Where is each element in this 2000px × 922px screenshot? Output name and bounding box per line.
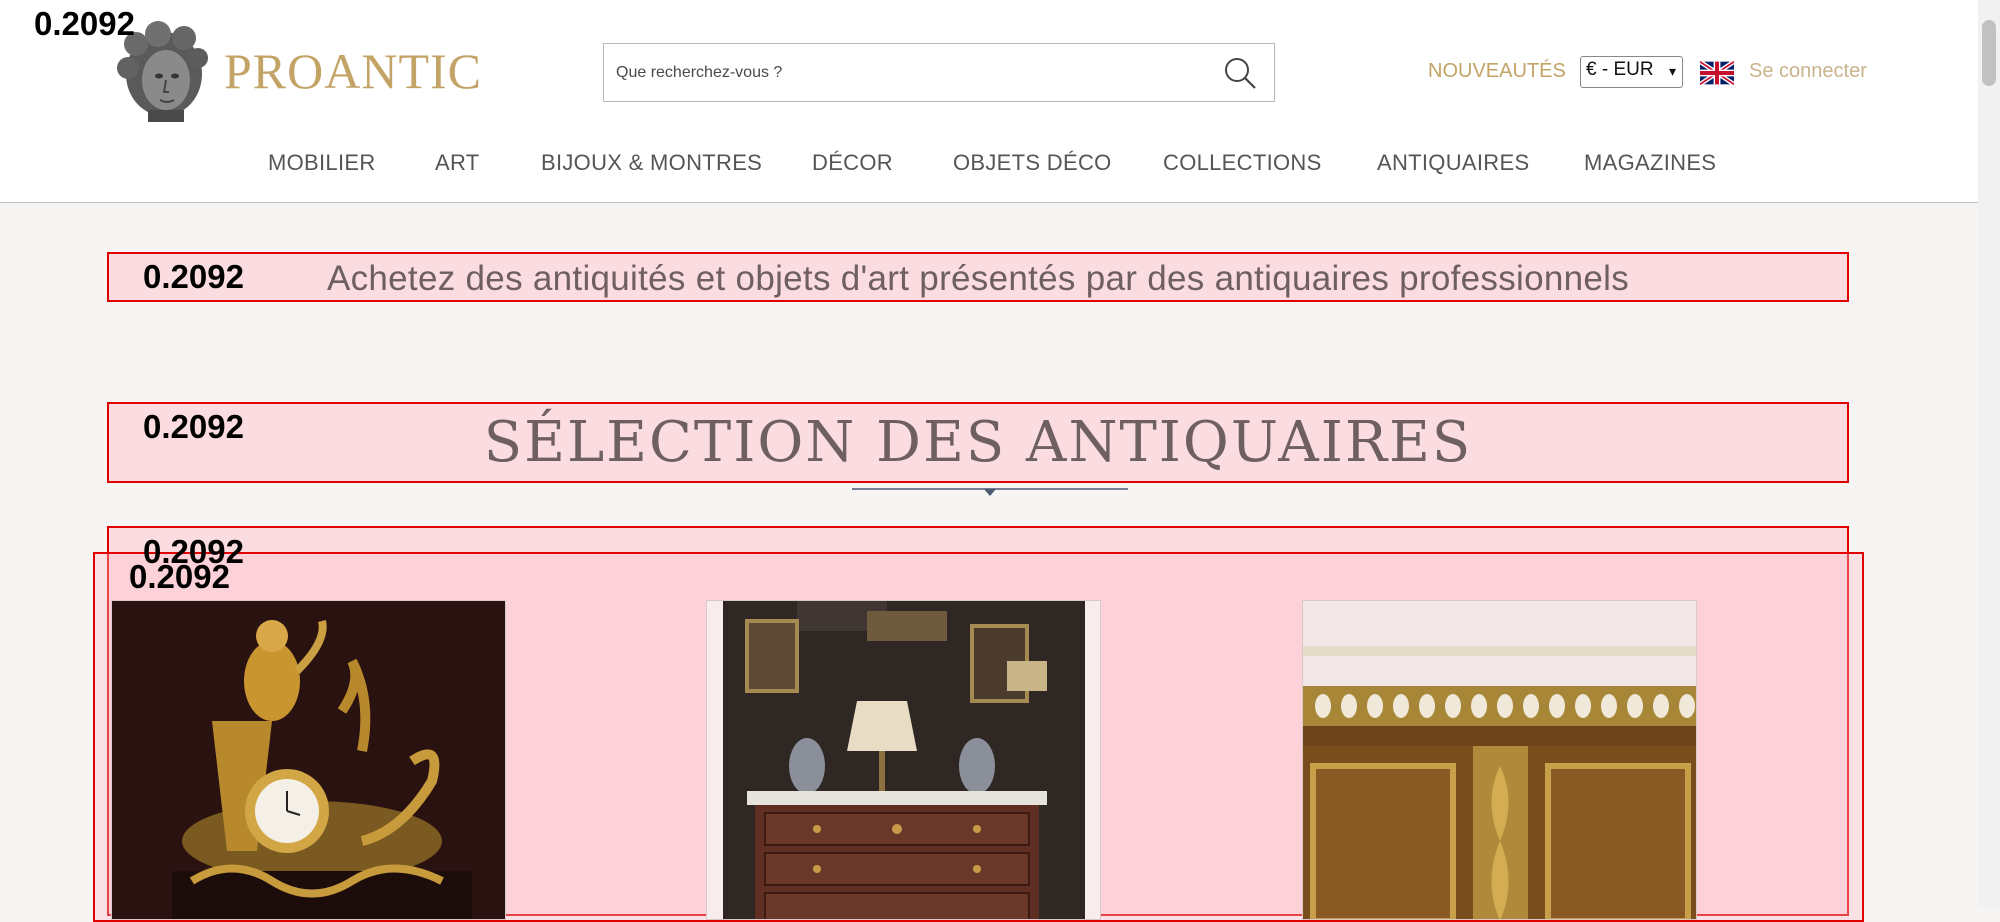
nav-item-mobilier[interactable]: MOBILIER [268,150,376,176]
score-label: 0.2092 [143,258,244,295]
nav-item-collections[interactable]: COLLECTIONS [1163,150,1322,176]
product-card-marquetry[interactable] [1302,600,1697,920]
tagline-highlight-box: Achetez des antiquités et objets d'art p… [107,252,1849,302]
section-title: SÉLECTION DES ANTIQUAIRES [483,410,1473,475]
nav-item-art[interactable]: ART [435,150,480,176]
nouveautes-link[interactable]: NOUVEAUTÉS [1428,60,1566,83]
main-nav: MOBILIER ART BIJOUX & MONTRES DÉCOR OBJE… [0,150,1978,180]
site-header: PROANTIC NOUVEAUTÉS € - EUR ▾ Se connect… [0,0,1978,203]
currency-select[interactable]: € - EUR ▾ [1580,56,1683,88]
search-input[interactable] [614,58,1198,88]
login-link[interactable]: Se connecter [1749,60,1867,83]
logo-text[interactable]: PROANTIC [224,42,482,100]
product-card-commode[interactable] [706,600,1101,920]
tagline: Achetez des antiquités et objets d'art p… [326,259,1630,298]
divider-ornament [852,488,1128,496]
search-icon[interactable] [1222,55,1258,91]
currency-value: € - EUR [1586,59,1654,80]
commode-interior-image [707,601,1100,919]
nav-item-decor[interactable]: DÉCOR [812,150,893,176]
nav-item-antiquaires[interactable]: ANTIQUAIRES [1377,150,1529,176]
page-scrollbar[interactable] [1978,0,2000,908]
scrollbar-thumb[interactable] [1982,20,1996,86]
search-box [603,43,1275,102]
product-card-clock[interactable] [111,600,506,920]
chevron-down-icon: ▾ [1668,63,1676,79]
nav-item-magazines[interactable]: MAGAZINES [1584,150,1716,176]
score-label: 0.2092 [143,408,244,445]
score-label: 0.2092 [129,558,230,595]
marquetry-detail-image [1303,601,1696,919]
score-label: 0.2092 [34,5,135,42]
gilded-clock-image [112,601,505,919]
uk-flag-icon[interactable] [1700,60,1734,86]
nav-item-objets-deco[interactable]: OBJETS DÉCO [953,150,1112,176]
nav-item-bijoux-montres[interactable]: BIJOUX & MONTRES [541,150,762,176]
section-title-highlight-box: SÉLECTION DES ANTIQUAIRES [107,402,1849,483]
